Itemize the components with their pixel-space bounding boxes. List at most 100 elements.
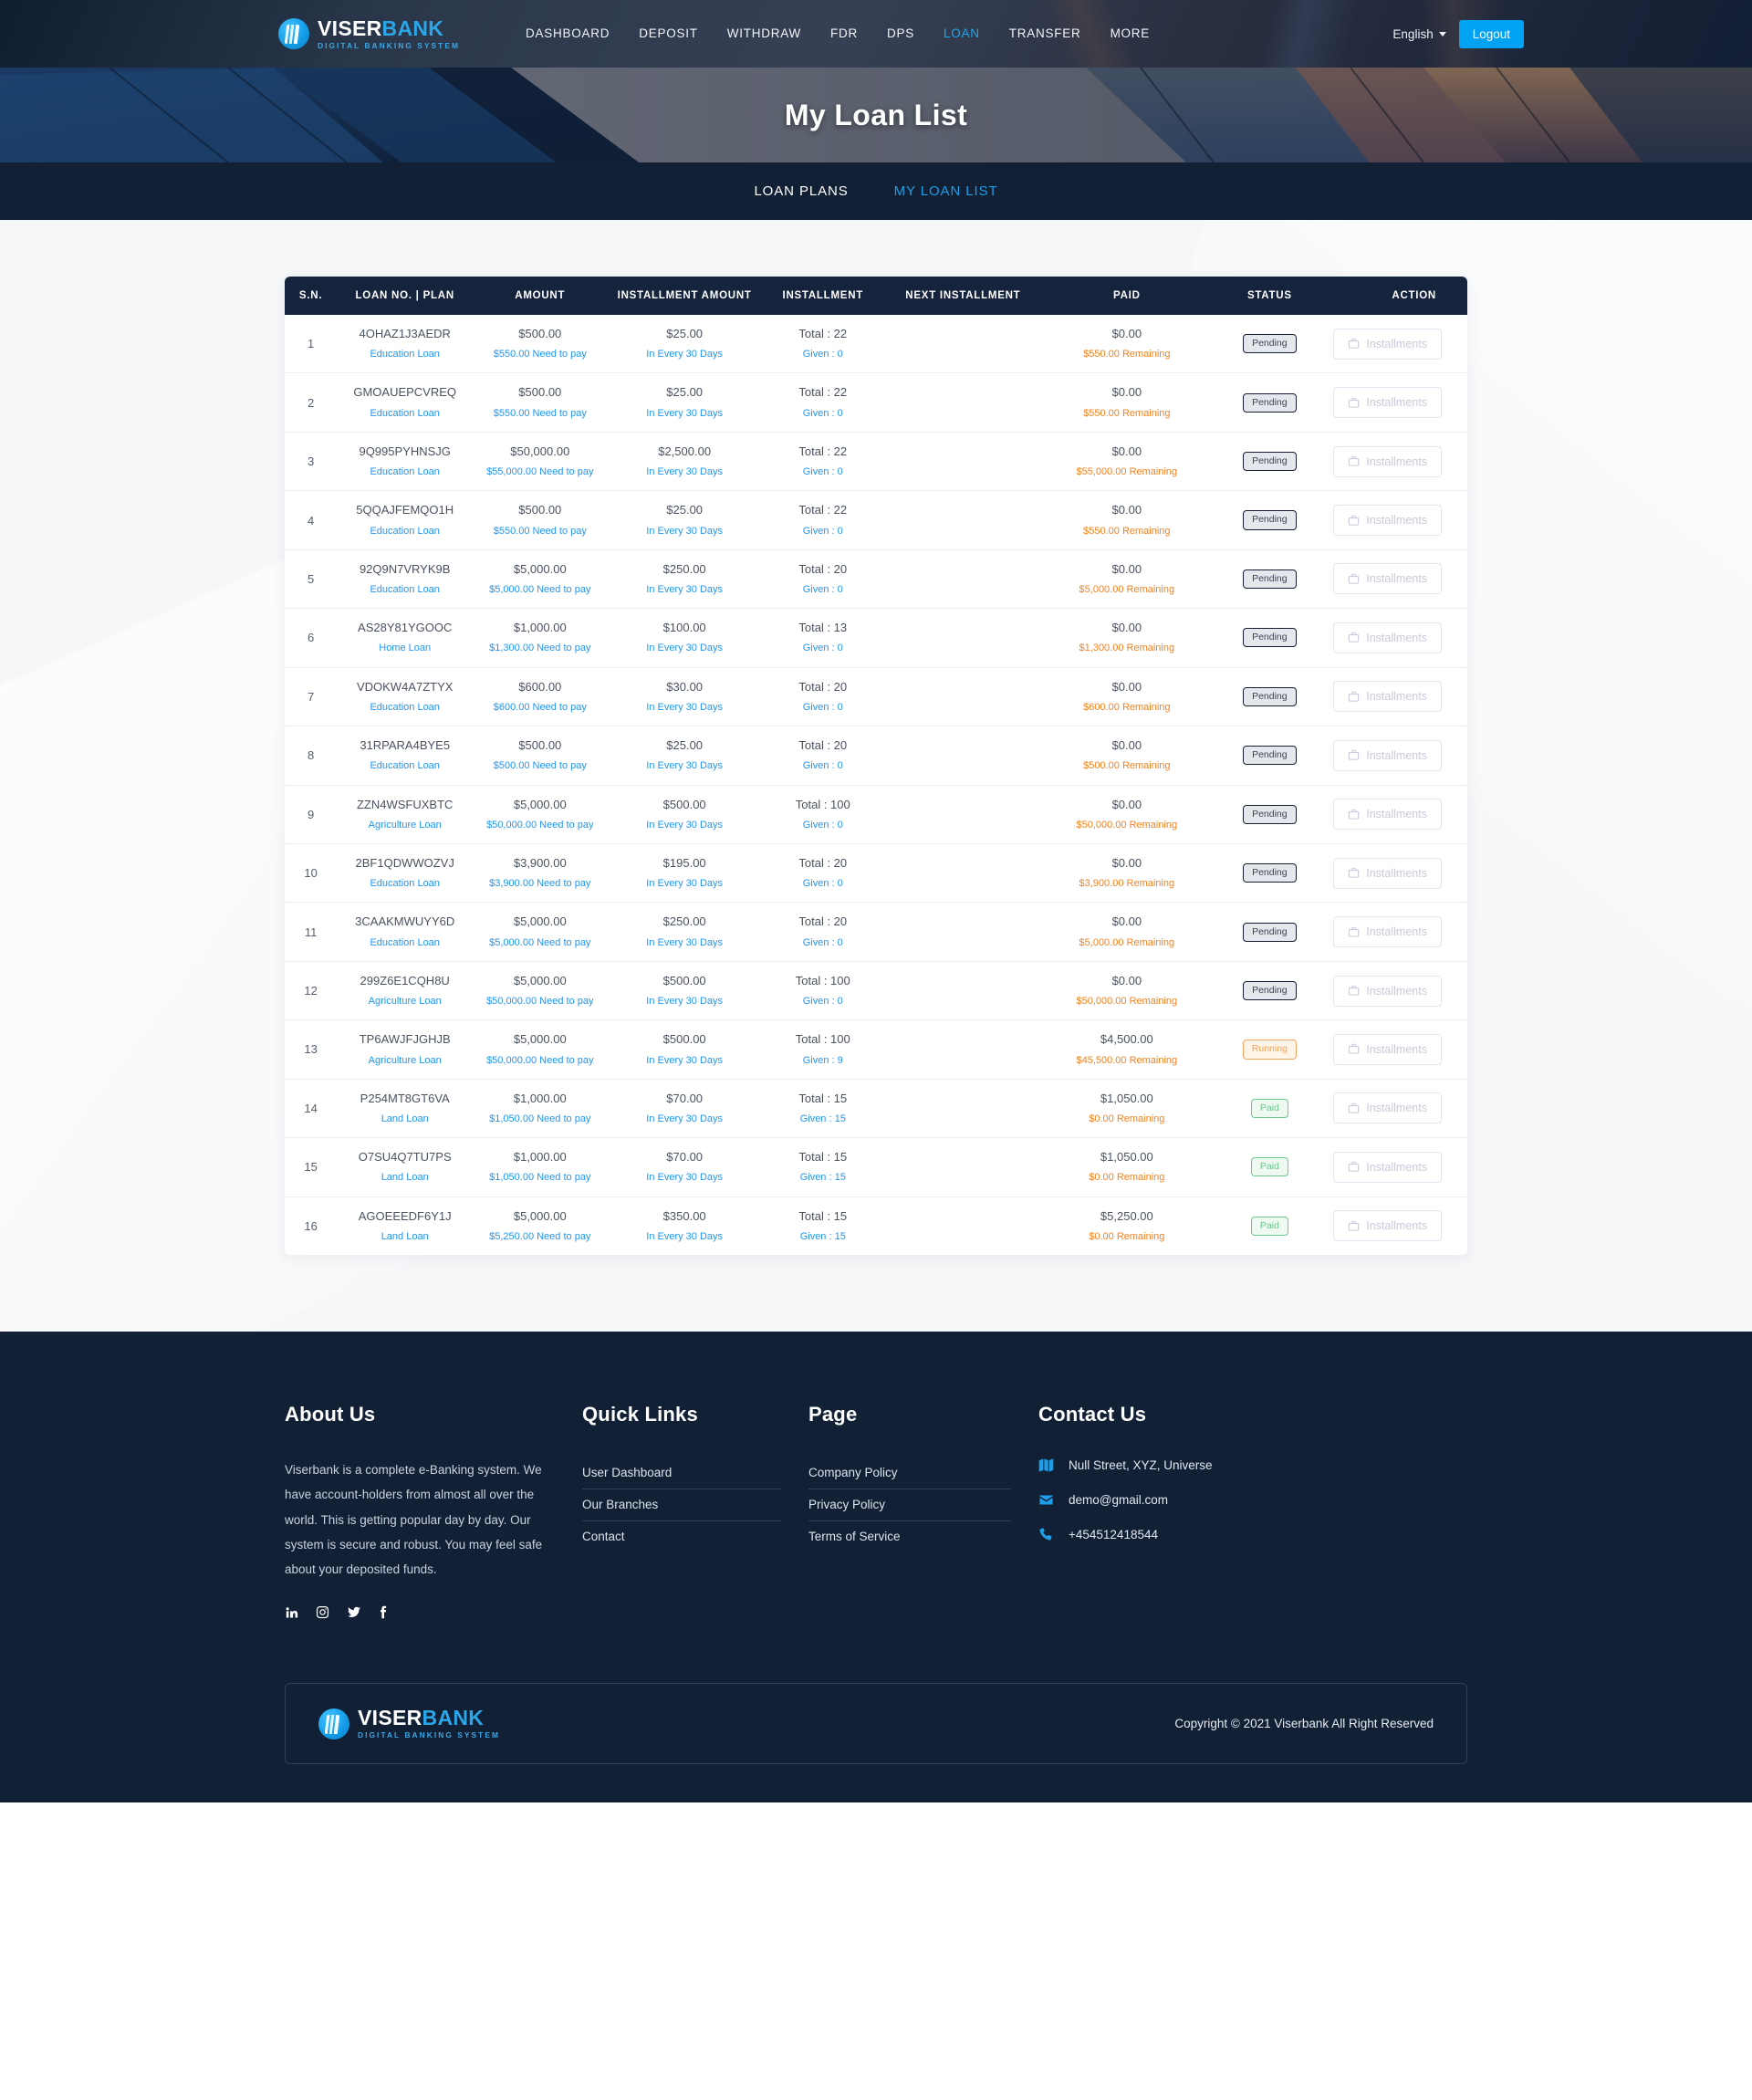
status-badge: Paid xyxy=(1250,1098,1288,1118)
loan-plan[interactable]: Land Loan xyxy=(342,1172,467,1184)
cell-installment-amount: $70.00 In Every 30 Days xyxy=(607,1137,762,1197)
loan-plan[interactable]: Education Loan xyxy=(342,526,467,538)
tab-my-loan-list[interactable]: MY LOAN LIST xyxy=(894,183,998,199)
status-badge: Pending xyxy=(1243,392,1297,413)
installments-button[interactable]: Installments xyxy=(1333,328,1442,360)
cell-installment: Total : 20 Given : 0 xyxy=(761,726,884,785)
installments-button[interactable]: Installments xyxy=(1333,1151,1442,1183)
footer-page-title: Page xyxy=(808,1403,858,1426)
loan-amount: $1,000.00 xyxy=(513,1091,567,1105)
nav-item-transfer[interactable]: TRANSFER xyxy=(995,0,1096,68)
page-content: S.N. LOAN NO. | PLAN AMOUNT INSTALLMENT … xyxy=(0,220,1752,1332)
cell-sn: 2 xyxy=(285,372,338,433)
loan-plan[interactable]: Home Loan xyxy=(342,643,467,654)
installment-total: Total : 22 xyxy=(798,444,848,458)
installments-button[interactable]: Installments xyxy=(1333,505,1442,537)
footer-logo[interactable]: VISERBANK DIGITAL BANKING SYSTEM xyxy=(318,1708,500,1740)
loan-amount: $5,000.00 xyxy=(513,973,567,987)
installments-button[interactable]: Installments xyxy=(1333,1210,1442,1242)
installment-amount: $25.00 xyxy=(666,327,704,340)
map-icon xyxy=(1038,1457,1056,1473)
nav-item-deposit[interactable]: DEPOSIT xyxy=(624,0,713,68)
cell-paid: $1,050.00 $0.00 Remaining xyxy=(1042,1137,1212,1197)
loan-plan[interactable]: Education Loan xyxy=(342,408,467,420)
tab-loan-plans[interactable]: LOAN PLANS xyxy=(754,183,848,199)
paid-amount: $5,250.00 xyxy=(1100,1208,1153,1223)
installments-button[interactable]: Installments xyxy=(1333,681,1442,713)
installments-button[interactable]: Installments xyxy=(1333,857,1442,889)
loan-plan[interactable]: Education Loan xyxy=(342,878,467,890)
loan-plan[interactable]: Agriculture Loan xyxy=(342,820,467,831)
facebook-icon[interactable] xyxy=(379,1605,388,1619)
installments-button[interactable]: Installments xyxy=(1333,739,1442,771)
need-to-pay: $550.00 Need to pay xyxy=(493,525,587,537)
logo-mark-icon xyxy=(278,18,309,49)
nav-item-dps[interactable]: DPS xyxy=(872,0,929,68)
cell-paid: $5,250.00 $0.00 Remaining xyxy=(1042,1196,1212,1255)
linkedin-icon[interactable] xyxy=(285,1605,298,1619)
installments-button-label: Installments xyxy=(1366,748,1427,762)
installments-button[interactable]: Installments xyxy=(1333,1092,1442,1124)
installment-amount: $25.00 xyxy=(666,738,704,753)
installments-button-label: Installments xyxy=(1366,984,1427,998)
loan-plan[interactable]: Education Loan xyxy=(342,584,467,596)
nav-item-withdraw[interactable]: WITHDRAW xyxy=(713,0,816,68)
cell-installment-amount: $100.00 In Every 30 Days xyxy=(607,608,762,668)
contact-address-row: Null Street, XYZ, Universe xyxy=(1038,1457,1467,1473)
loan-plan[interactable]: Education Loan xyxy=(342,349,467,360)
loan-amount: $5,000.00 xyxy=(513,914,567,929)
loan-table-head: S.N. LOAN NO. | PLAN AMOUNT INSTALLMENT … xyxy=(285,277,1467,315)
loan-plan[interactable]: Education Loan xyxy=(342,760,467,772)
loan-plan[interactable]: Agriculture Loan xyxy=(342,1055,467,1067)
footer-quicklinks-column: Quick Links User Dashboard Our Branches Co… xyxy=(582,1403,781,1619)
loan-number: 3CAAKMWUYY6D xyxy=(355,914,455,929)
cell-installment-amount: $2,500.00 In Every 30 Days xyxy=(607,431,762,491)
loan-plan[interactable]: Agriculture Loan xyxy=(342,996,467,1008)
nav-item-dashboard[interactable]: DASHBOARD xyxy=(511,0,624,68)
installments-button[interactable]: Installments xyxy=(1333,563,1442,595)
footer-link-terms-of-service[interactable]: Terms of Service xyxy=(808,1521,1011,1552)
nav-item-loan[interactable]: LOAN xyxy=(929,0,995,68)
site-logo[interactable]: VISERBANK DIGITAL BANKING SYSTEM xyxy=(278,17,460,49)
language-selector[interactable]: English xyxy=(1392,27,1446,41)
footer-link-our-branches[interactable]: Our Branches xyxy=(582,1489,781,1521)
loan-plan[interactable]: Education Loan xyxy=(342,702,467,714)
installments-button[interactable]: Installments xyxy=(1333,975,1442,1007)
installments-button[interactable]: Installments xyxy=(1333,799,1442,831)
installments-button[interactable]: Installments xyxy=(1333,622,1442,653)
loan-plan[interactable]: Land Loan xyxy=(342,1113,467,1125)
installment-frequency: In Every 30 Days xyxy=(646,878,724,890)
installments-button[interactable]: Installments xyxy=(1333,916,1442,948)
loan-plan[interactable]: Education Loan xyxy=(342,466,467,478)
cell-amount: $500.00 $550.00 Need to pay xyxy=(473,372,608,433)
col-loan-plan: LOAN NO. | PLAN xyxy=(337,277,474,315)
briefcase-icon xyxy=(1348,1161,1360,1173)
installments-button-label: Installments xyxy=(1366,808,1427,821)
cell-sn: 14 xyxy=(285,1078,338,1138)
envelope-icon xyxy=(1038,1492,1056,1508)
instagram-icon[interactable] xyxy=(316,1605,329,1619)
loan-plan[interactable]: Land Loan xyxy=(342,1231,467,1243)
cell-loan-plan: 4OHAZ1J3AEDR Education Loan xyxy=(337,315,473,373)
loan-plan[interactable]: Education Loan xyxy=(342,937,467,949)
footer-link-contact[interactable]: Contact xyxy=(582,1521,781,1552)
nav-item-more[interactable]: MORE xyxy=(1096,0,1165,68)
footer-link-privacy-policy[interactable]: Privacy Policy xyxy=(808,1489,1011,1521)
table-row: 15 O7SU4Q7TU7PS Land Loan $1,000.00 $1,050.0… xyxy=(285,1137,1467,1197)
installments-button[interactable]: Installments xyxy=(1333,387,1442,419)
cell-status: Pending xyxy=(1211,431,1329,491)
footer-link-user-dashboard[interactable]: User Dashboard xyxy=(582,1457,781,1489)
briefcase-icon xyxy=(1348,809,1360,820)
installments-button[interactable]: Installments xyxy=(1333,445,1442,477)
footer-link-company-policy[interactable]: Company Policy xyxy=(808,1457,1011,1489)
remaining-amount: $5,000.00 Remaining xyxy=(1079,936,1175,948)
installments-button[interactable]: Installments xyxy=(1333,1033,1442,1065)
installment-given: Given : 15 xyxy=(799,1113,846,1124)
installments-button-label: Installments xyxy=(1366,454,1427,468)
table-row: 6 AS28Y81YGOOC Home Loan $1,000.00 $1,300.00… xyxy=(285,608,1467,668)
logout-button[interactable]: Logout xyxy=(1458,19,1524,48)
twitter-icon[interactable] xyxy=(347,1605,361,1619)
paid-amount: $0.00 xyxy=(1111,738,1142,753)
status-badge: Pending xyxy=(1243,804,1297,824)
nav-item-fdr[interactable]: FDR xyxy=(816,0,872,68)
